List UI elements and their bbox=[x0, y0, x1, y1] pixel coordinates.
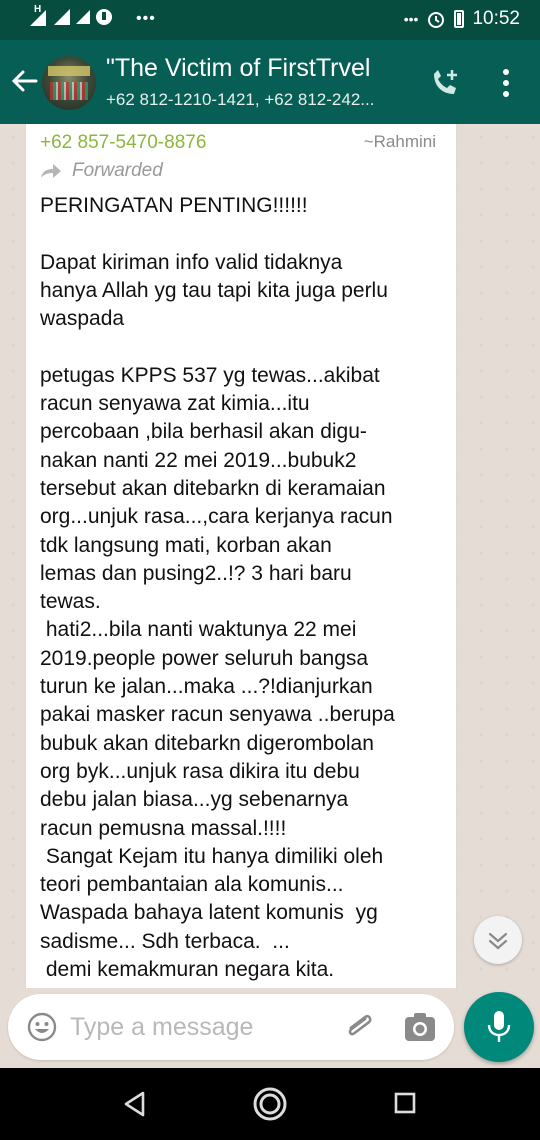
chat-area[interactable]: +62 857-5470-8876 ~Rahmini Forwarded PER… bbox=[0, 124, 540, 988]
emoji-icon[interactable] bbox=[26, 1011, 58, 1043]
back-arrow-icon[interactable] bbox=[10, 66, 38, 96]
clock: 10:52 bbox=[472, 8, 520, 29]
forward-arrow-icon bbox=[41, 164, 61, 178]
sender-number[interactable]: +62 857-5470-8876 bbox=[40, 132, 206, 154]
nav-back-icon[interactable] bbox=[122, 1090, 148, 1118]
mic-icon bbox=[487, 1011, 511, 1042]
message-text: PERINGATAN PENTING!!!!!! Dapat kiriman i… bbox=[40, 194, 395, 982]
notification-overflow: ••• bbox=[136, 10, 156, 27]
message-composer bbox=[8, 994, 454, 1060]
chevron-double-down-icon bbox=[488, 932, 508, 950]
camera-icon[interactable] bbox=[404, 1012, 436, 1042]
more-options-icon[interactable] bbox=[498, 66, 514, 100]
scroll-to-bottom-button[interactable] bbox=[474, 916, 522, 964]
group-avatar[interactable] bbox=[42, 56, 96, 110]
chat-header: "The Victim of FirstTrvel +62 812-1210-1… bbox=[0, 40, 540, 124]
sender-name: ~Rahmini bbox=[363, 132, 436, 151]
signal-strength-icon bbox=[54, 9, 70, 25]
forwarded-indicator: Forwarded bbox=[40, 160, 163, 182]
status-overflow-icon: ••• bbox=[403, 11, 419, 27]
status-bar: H ••• ••• 10:52 bbox=[0, 0, 540, 40]
nav-home-icon[interactable] bbox=[252, 1086, 288, 1122]
paperclip-icon[interactable] bbox=[342, 1010, 376, 1044]
data-saver-icon bbox=[96, 9, 112, 25]
status-right: ••• 10:52 bbox=[404, 8, 520, 30]
add-call-icon[interactable] bbox=[428, 66, 462, 100]
forwarded-label: Forwarded bbox=[72, 160, 163, 181]
network-signal-icon: H bbox=[28, 4, 48, 26]
status-indicators: H bbox=[28, 4, 112, 26]
chat-title[interactable]: "The Victim of FirstTrvel bbox=[106, 54, 370, 83]
alarm-icon bbox=[428, 12, 445, 28]
nav-recents-icon[interactable] bbox=[394, 1092, 416, 1114]
message-input[interactable] bbox=[70, 1006, 320, 1048]
voice-record-button[interactable] bbox=[464, 992, 534, 1062]
message-bubble[interactable]: +62 857-5470-8876 ~Rahmini Forwarded PER… bbox=[26, 124, 456, 988]
system-nav-bar bbox=[0, 1068, 540, 1140]
chat-participants[interactable]: +62 812-1210-1421, +62 812-242... bbox=[106, 90, 374, 110]
signal-strength-2-icon bbox=[76, 10, 90, 24]
battery-icon bbox=[454, 10, 465, 28]
